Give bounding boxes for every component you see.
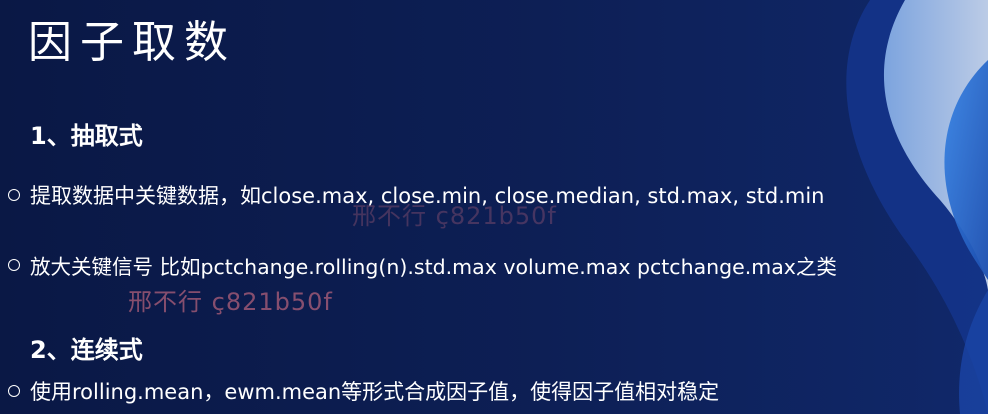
circle-bullet-icon <box>8 189 20 201</box>
watermark: 邢不行 ç821b50f <box>352 202 557 230</box>
circle-bullet-icon <box>8 385 20 397</box>
bullet-item: 放大关键信号 比如pctchange.rolling(n).std.max vo… <box>8 250 837 280</box>
bullet-item: 使用rolling.mean，ewm.mean等形式合成因子值，使得因子值相对稳… <box>8 376 719 406</box>
section-heading-extraction: 1、抽取式 <box>30 122 143 150</box>
section-heading-continuous: 2、连续式 <box>30 336 143 364</box>
bullet-text: 使用rolling.mean，ewm.mean等形式合成因子值，使得因子值相对稳… <box>30 380 720 404</box>
bullet-text: 放大关键信号 比如pctchange.rolling(n).std.max vo… <box>30 255 837 279</box>
watermark: 邢不行 ç821b50f <box>128 288 333 316</box>
slide-title: 因子取数 <box>28 17 236 68</box>
circle-bullet-icon <box>8 259 20 271</box>
slide: 因子取数 1、抽取式 提取数据中关键数据，如close.max, close.m… <box>0 0 988 414</box>
